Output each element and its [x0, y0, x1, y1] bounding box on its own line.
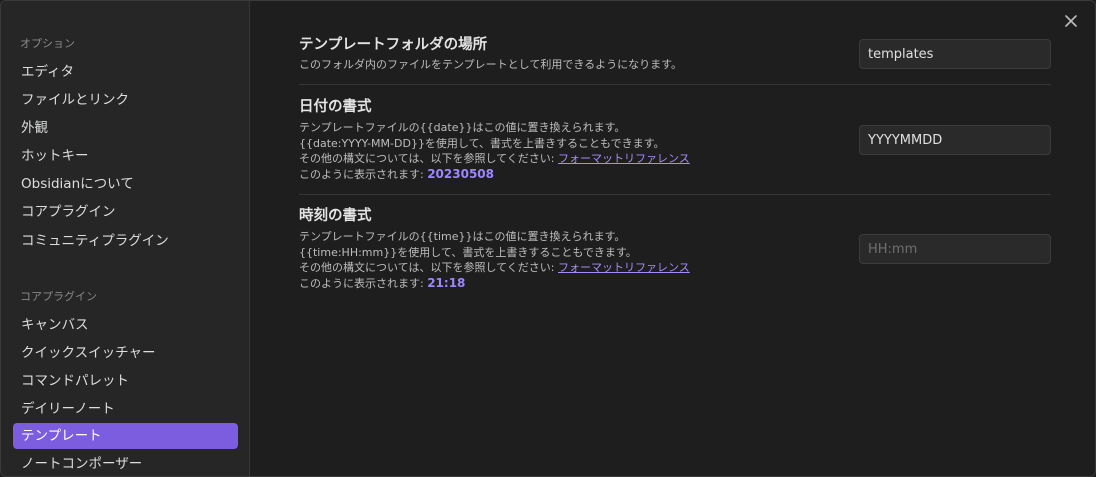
- sidebar-item-hotkeys[interactable]: ホットキー: [13, 143, 238, 169]
- sidebar-item-note-composer[interactable]: ノートコンポーザー: [13, 451, 238, 476]
- preview-line: このように表示されます: 21:18: [299, 276, 1051, 292]
- sidebar-item-templates[interactable]: テンプレート: [13, 423, 238, 449]
- template-folder-input[interactable]: [859, 39, 1051, 69]
- format-reference-link[interactable]: フォーマットリファレンス: [558, 261, 690, 274]
- sidebar-item-files-and-links[interactable]: ファイルとリンク: [13, 87, 238, 113]
- sidebar-item-quick-switcher[interactable]: クイックスイッチャー: [13, 340, 238, 366]
- sidebar-item-command-palette[interactable]: コマンドパレット: [13, 368, 238, 394]
- settings-modal: オプション エディタ ファイルとリンク 外観 ホットキー Obsidianについ…: [0, 0, 1096, 477]
- preview-label: このように表示されます:: [299, 167, 428, 181]
- preview-line: このように表示されます: 20230508: [299, 167, 1051, 183]
- date-format-input[interactable]: [859, 125, 1051, 155]
- settings-content: テンプレートフォルダの場所 このフォルダ内のファイルをテンプレートとして利用でき…: [250, 1, 1095, 476]
- sidebar-item-appearance[interactable]: 外観: [13, 115, 238, 141]
- desc-text: その他の構文については、以下を参照してください:: [299, 261, 558, 274]
- close-icon: [1065, 15, 1077, 27]
- desc-text: その他の構文については、以下を参照してください:: [299, 152, 558, 165]
- sidebar-item-canvas[interactable]: キャンバス: [13, 312, 238, 338]
- sidebar-heading-core-plugins: コアプラグイン: [20, 290, 97, 303]
- sidebar-item-core-plugins[interactable]: コアプラグイン: [13, 199, 238, 225]
- setting-title: 日付の書式: [299, 99, 372, 115]
- preview-label: このように表示されます:: [299, 276, 428, 290]
- date-preview-value: 20230508: [427, 166, 494, 181]
- close-button[interactable]: [1061, 11, 1081, 31]
- time-preview-value: 21:18: [427, 275, 466, 290]
- divider: [299, 194, 1051, 195]
- sidebar-item-daily-notes[interactable]: デイリーノート: [13, 396, 238, 422]
- time-format-input[interactable]: [859, 234, 1051, 264]
- divider: [299, 84, 1051, 85]
- sidebar-item-community-plugins[interactable]: コミュニティプラグイン: [13, 228, 238, 254]
- setting-title: 時刻の書式: [299, 208, 372, 224]
- format-reference-link[interactable]: フォーマットリファレンス: [558, 152, 690, 165]
- sidebar-item-editor[interactable]: エディタ: [13, 59, 238, 85]
- settings-sidebar: オプション エディタ ファイルとリンク 外観 ホットキー Obsidianについ…: [1, 1, 250, 476]
- sidebar-item-about[interactable]: Obsidianについて: [13, 171, 238, 197]
- sidebar-heading-options: オプション: [20, 37, 75, 50]
